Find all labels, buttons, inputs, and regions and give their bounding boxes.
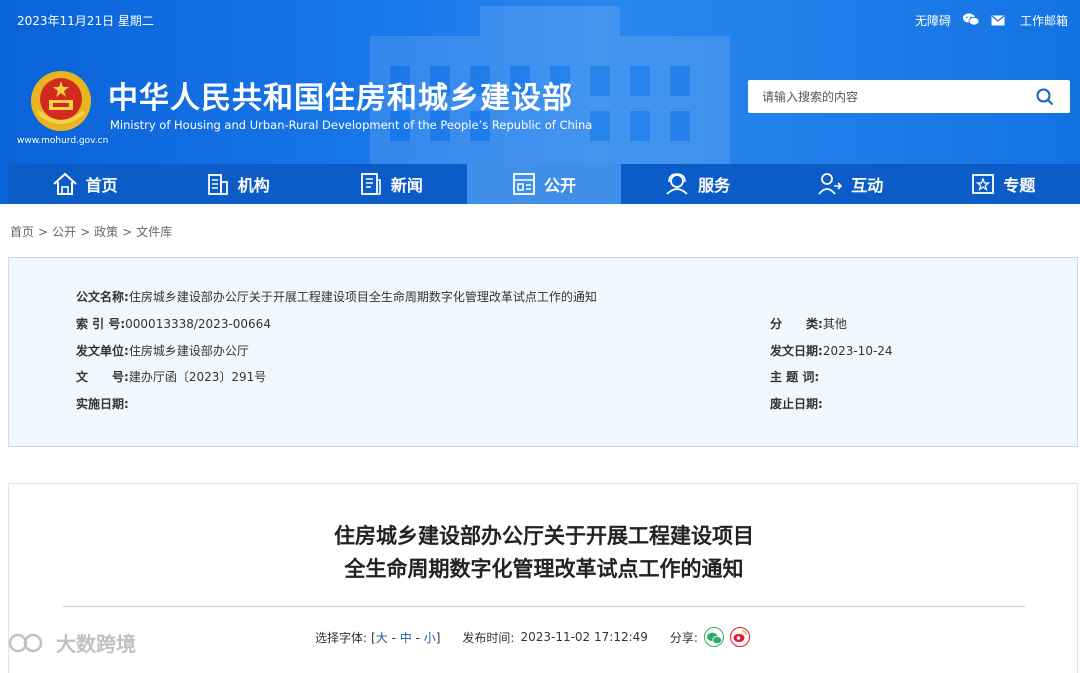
meta-index-value: 000013338/2023-00664 [125,317,271,331]
font-size-medium[interactable]: 中 [400,631,412,645]
national-emblem-icon [31,71,91,131]
breadcrumb-policy[interactable]: 政策 [94,225,118,239]
nav-item-home[interactable]: 首页 [8,164,161,204]
meta-index-label: 索 引 号: [76,317,126,331]
meta-issue-date-row: 发文日期:2023-10-24 [770,342,893,359]
nav-item-label: 首页 [85,176,118,195]
meta-effective-row: 实施日期: [76,395,129,412]
breadcrumb-disclosure[interactable]: 公开 [52,225,76,239]
article-title: 住房城乡建设部办公厅关于开展工程建设项目 全生命周期数字化管理改革试点工作的通知 [9,520,1079,586]
nav-item-organization[interactable]: 机构 [161,164,314,204]
interact-icon [818,173,843,195]
meta-category-value: 其他 [822,317,847,331]
meta-issue-date-label: 发文日期: [770,344,823,358]
wechat-icon[interactable] [962,12,980,29]
meta-issuer-row: 发文单位:住房城乡建设部办公厅 [76,342,249,359]
article-title-line-2: 全生命周期数字化管理改革试点工作的通知 [344,557,744,581]
site-title: 中华人民共和国住房和城乡建设部 [108,81,573,116]
nav-item-service[interactable]: 服务 [621,164,774,204]
meta-name-value: 住房城乡建设部办公厅关于开展工程建设项目全生命周期数字化管理改革试点工作的通知 [128,290,597,304]
font-size-selector: [大 - 中 - 小] [371,630,441,645]
font-size-label: 选择字体: [315,630,368,645]
nav-item-label: 专题 [1003,176,1036,195]
nav-item-topic[interactable]: 专题 [927,164,1080,204]
font-size-large[interactable]: 大 [376,631,388,645]
share-label: 分享: [669,630,698,645]
accessibility-link[interactable]: 无障碍 [915,12,951,29]
document-metadata-panel: 公文名称:住房城乡建设部办公厅关于开展工程建设项目全生命周期数字化管理改革试点工… [8,257,1078,447]
meta-expiry-row: 废止日期: [770,395,823,412]
breadcrumb-library[interactable]: 文件库 [136,225,172,239]
publish-time: 2023-11-02 17:12:49 [520,630,648,644]
meta-expiry-label: 废止日期: [770,397,823,411]
nav-item-label: 互动 [851,176,884,195]
wechat-share-icon[interactable] [703,627,724,647]
watermark: 大数跨境 [8,628,136,657]
article-title-line-1: 住房城乡建设部办公厅关于开展工程建设项目 [334,524,754,548]
meta-keywords-row: 主 题 词: [770,368,819,385]
building-icon [207,174,228,195]
meta-doc-no-row: 文 号:建办厅函〔2023〕291号 [76,368,266,385]
watermark-text: 大数跨境 [56,632,136,656]
nav-item-label: 机构 [237,176,270,195]
site-header: 2023年11月21日 星期二 无障碍 工作邮箱 www.mohurd.gov.… [0,0,1080,204]
home-icon [52,172,77,195]
meta-issuer-value: 住房城乡建设部办公厅 [128,344,249,358]
title-divider [63,606,1025,607]
publish-label: 发布时间: [462,630,515,645]
nav-item-interaction[interactable]: 互动 [774,164,927,204]
meta-doc-no-value: 建办厅函〔2023〕291号 [128,370,267,384]
disclosure-icon [513,173,535,195]
meta-doc-no-label: 文 号: [76,370,129,384]
breadcrumb-home[interactable]: 首页 [10,225,34,239]
email-link-label: 工作邮箱 [1019,14,1068,28]
meta-category-row: 分 类:其他 [770,315,847,332]
font-size-small[interactable]: 小 [424,631,436,645]
nav-item-news[interactable]: 新闻 [314,164,467,204]
service-icon [666,173,688,195]
nav-item-label: 新闻 [390,176,423,195]
news-icon [360,173,381,195]
meta-category-label: 分 类: [770,317,823,331]
nav-item-label: 服务 [698,176,731,195]
watermark-logo-icon [8,633,43,652]
mail-icon [991,15,1005,26]
meta-issuer-label: 发文单位: [76,344,129,358]
top-bar: 2023年11月21日 星期二 无障碍 工作邮箱 [0,0,1080,36]
meta-keywords-label: 主 题 词: [770,370,820,384]
email-link[interactable]: 工作邮箱 [991,12,1068,29]
site-domain: www.mohurd.gov.cn [17,136,109,146]
meta-index-row: 索 引 号:000013338/2023-00664 [76,315,271,332]
article-toolbar: 选择字体: [大 - 中 - 小] 发布时间: 2023-11-02 17:12… [315,627,750,647]
main-nav: 首页 机构 新闻 公开 服务 互动 专题 [8,164,1080,204]
nav-item-disclosure[interactable]: 公开 [467,164,621,204]
breadcrumb: 首页 > 公开 > 政策 > 文件库 [10,225,173,239]
article-container: 住房城乡建设部办公厅关于开展工程建设项目 全生命周期数字化管理改革试点工作的通知… [8,483,1078,673]
nav-item-label: 公开 [543,176,576,195]
search-input[interactable] [748,80,1018,113]
weibo-share-icon[interactable] [729,627,750,647]
meta-issue-date-value: 2023-10-24 [822,344,893,358]
meta-name-label: 公文名称: [76,290,129,304]
meta-effective-label: 实施日期: [76,397,129,411]
search-box [748,80,1070,113]
meta-name-row: 公文名称:住房城乡建设部办公厅关于开展工程建设项目全生命周期数字化管理改革试点工… [76,288,597,305]
topic-icon [972,174,995,194]
search-icon[interactable] [1036,88,1054,106]
site-subtitle: Ministry of Housing and Urban-Rural Deve… [110,118,593,132]
current-date: 2023年11月21日 星期二 [17,14,154,28]
